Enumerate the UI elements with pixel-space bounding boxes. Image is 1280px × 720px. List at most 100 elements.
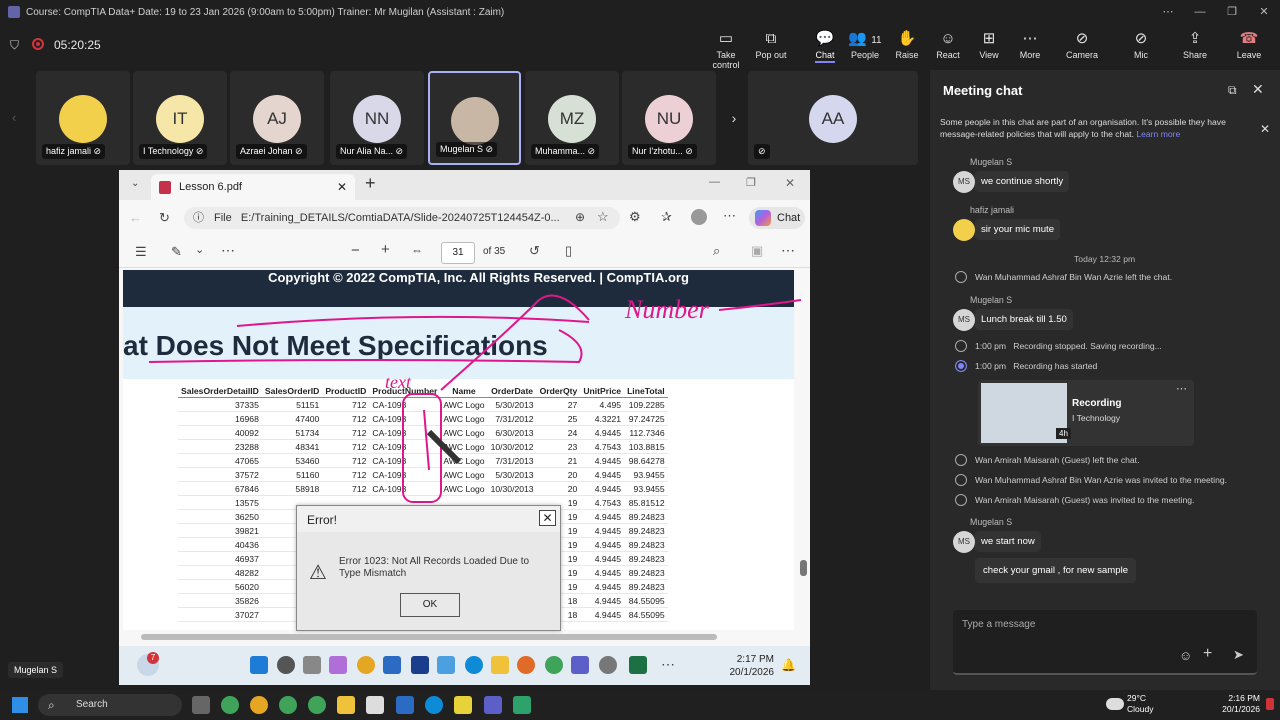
react-button[interactable]: ☺ React: [925, 30, 971, 60]
browser-tab[interactable]: Lesson 6.pdf ✕: [151, 174, 355, 200]
notification-bell-icon[interactable]: 🔔: [781, 658, 796, 672]
chat-message[interactable]: we start now: [975, 531, 1041, 552]
taskbar-search[interactable]: ⌕ Search: [38, 694, 182, 716]
close-chat-icon[interactable]: ✕: [1252, 81, 1264, 98]
error-close-button[interactable]: ✕: [539, 510, 556, 526]
zoom-in-icon[interactable]: +: [381, 241, 390, 258]
ok-button[interactable]: OK: [400, 593, 460, 617]
pdf-menu-icon[interactable]: ⋯: [781, 242, 795, 259]
search-icon[interactable]: ⌕: [713, 243, 720, 259]
chrome-icon[interactable]: [357, 656, 375, 674]
participant-tile[interactable]: MZ Muhamma... ⊘: [525, 71, 619, 165]
zoom-icon[interactable]: ⊕: [575, 210, 585, 224]
participant-tile[interactable]: NU Nur I'zhotu... ⊘: [622, 71, 716, 165]
start-icon[interactable]: [250, 656, 268, 674]
chat-message[interactable]: we continue shortly: [975, 171, 1070, 192]
minimize-button[interactable]: —: [1184, 0, 1216, 24]
favorites-icon[interactable]: ✰: [661, 209, 672, 225]
page-view-icon[interactable]: ▯: [565, 243, 572, 259]
zoom-out-icon[interactable]: −: [351, 242, 360, 259]
chrome-icon[interactable]: [308, 696, 326, 714]
chat-message[interactable]: sir your mic mute: [975, 219, 1061, 240]
task-view-icon[interactable]: [303, 656, 321, 674]
participant-tile[interactable]: AJ Azraei Johan ⊘: [230, 71, 324, 165]
address-bar[interactable]: ⓘ File E:/Training_DETAILS/ComtiaDATA/Sl…: [184, 207, 620, 229]
send-icon[interactable]: ➤: [1233, 647, 1244, 663]
chevron-left-icon[interactable]: ‹: [12, 110, 16, 125]
camera-button[interactable]: ⊘ Camera: [1059, 30, 1105, 60]
pop-out-chat-icon[interactable]: ⧉: [1228, 83, 1237, 98]
horizontal-scrollbar[interactable]: [141, 634, 717, 640]
people-button[interactable]: 👥 11 People: [842, 30, 888, 60]
search-icon[interactable]: [277, 656, 295, 674]
teams-icon[interactable]: [484, 696, 502, 714]
leave-button[interactable]: ☎ Leave: [1226, 30, 1272, 60]
task-view-icon[interactable]: [192, 696, 210, 714]
recording-card[interactable]: 4h Recording I Technology ⋯: [978, 380, 1194, 446]
firefox-icon[interactable]: [517, 656, 535, 674]
settings-icon[interactable]: [599, 656, 617, 674]
chat-message[interactable]: Lunch break till 1.50: [975, 309, 1073, 330]
word-icon[interactable]: [411, 656, 429, 674]
app-icon[interactable]: [513, 696, 531, 714]
page-number-input[interactable]: 31: [441, 242, 475, 264]
edge-icon[interactable]: [425, 696, 443, 714]
file-explorer-icon[interactable]: [491, 656, 509, 674]
contents-icon[interactable]: ☰: [135, 244, 147, 260]
chrome-icon[interactable]: [250, 696, 268, 714]
chrome-icon[interactable]: [221, 696, 239, 714]
profile-avatar[interactable]: [691, 209, 707, 225]
raise-button[interactable]: ✋ Raise: [884, 30, 930, 60]
weather-widget[interactable]: 29°C Cloudy: [1127, 693, 1153, 715]
participant-tile[interactable]: hafiz jamali ⊘: [36, 71, 130, 165]
emoji-icon[interactable]: ☺: [1179, 648, 1192, 663]
back-icon[interactable]: ←: [129, 210, 142, 225]
highlight-icon[interactable]: ✎: [171, 244, 182, 260]
copilot-icon[interactable]: [329, 656, 347, 674]
participant-tile[interactable]: IT I Technology ⊘: [133, 71, 227, 165]
fit-page-icon[interactable]: ⇔: [411, 243, 423, 257]
pop-out-button[interactable]: ⧉ Pop out: [748, 30, 794, 60]
participant-tile[interactable]: NN Nur Alia Na... ⊘: [330, 71, 424, 165]
restore-button[interactable]: ❐: [1216, 0, 1248, 24]
more-options-icon[interactable]: ⋯: [1152, 0, 1184, 24]
chevron-down-icon[interactable]: ⌄: [195, 243, 204, 256]
more-button[interactable]: ⋯ More: [1007, 30, 1053, 60]
app-icon[interactable]: [366, 696, 384, 714]
dismiss-notice-icon[interactable]: ✕: [1260, 122, 1270, 136]
app-icon[interactable]: [454, 696, 472, 714]
share-button[interactable]: ⇪ Share: [1172, 30, 1218, 60]
excel-icon[interactable]: [629, 656, 647, 674]
edge-icon[interactable]: [465, 656, 483, 674]
take-control-button[interactable]: ▭ Take control: [703, 30, 749, 70]
learn-more-link[interactable]: Learn more: [1136, 129, 1180, 139]
new-tab-button[interactable]: +: [365, 173, 376, 194]
tab-list-icon[interactable]: ⌄: [131, 178, 139, 189]
mic-button[interactable]: ⊘ Mic: [1118, 30, 1164, 60]
chrome-icon[interactable]: [545, 656, 563, 674]
save-icon[interactable]: ▣: [751, 243, 763, 259]
chat-message[interactable]: check your gmail , for new sample: [975, 558, 1137, 583]
windows-start-icon[interactable]: [12, 697, 28, 713]
participant-tile[interactable]: AA ⊘: [748, 71, 918, 165]
chevron-right-icon[interactable]: ›: [724, 71, 744, 165]
extensions-icon[interactable]: ⚙: [629, 209, 641, 225]
vertical-scrollbar[interactable]: [799, 270, 809, 630]
close-icon[interactable]: ✕: [785, 176, 795, 190]
close-window-button[interactable]: ✕: [1248, 0, 1280, 24]
os-clock[interactable]: 2:16 PM 20/1/2026: [1222, 693, 1260, 715]
vertical-scroll-thumb[interactable]: [800, 560, 807, 576]
refresh-icon[interactable]: ↻: [159, 210, 170, 226]
teams-icon[interactable]: [571, 656, 589, 674]
restore-icon[interactable]: ❐: [746, 176, 756, 189]
browser-menu-icon[interactable]: ⋯: [723, 208, 736, 224]
overflow-icon[interactable]: ⋯: [661, 656, 675, 673]
notepad-icon[interactable]: [437, 656, 455, 674]
copilot-chat-button[interactable]: Chat: [749, 207, 805, 229]
more-tools-icon[interactable]: ⋯: [221, 242, 235, 259]
rotate-icon[interactable]: ↺: [529, 243, 540, 259]
minimize-icon[interactable]: —: [709, 176, 720, 188]
view-button[interactable]: ⊞ View: [966, 30, 1012, 60]
tab-close-icon[interactable]: ✕: [337, 174, 347, 200]
participant-tile[interactable]: Mugelan S ⊘: [428, 71, 521, 165]
